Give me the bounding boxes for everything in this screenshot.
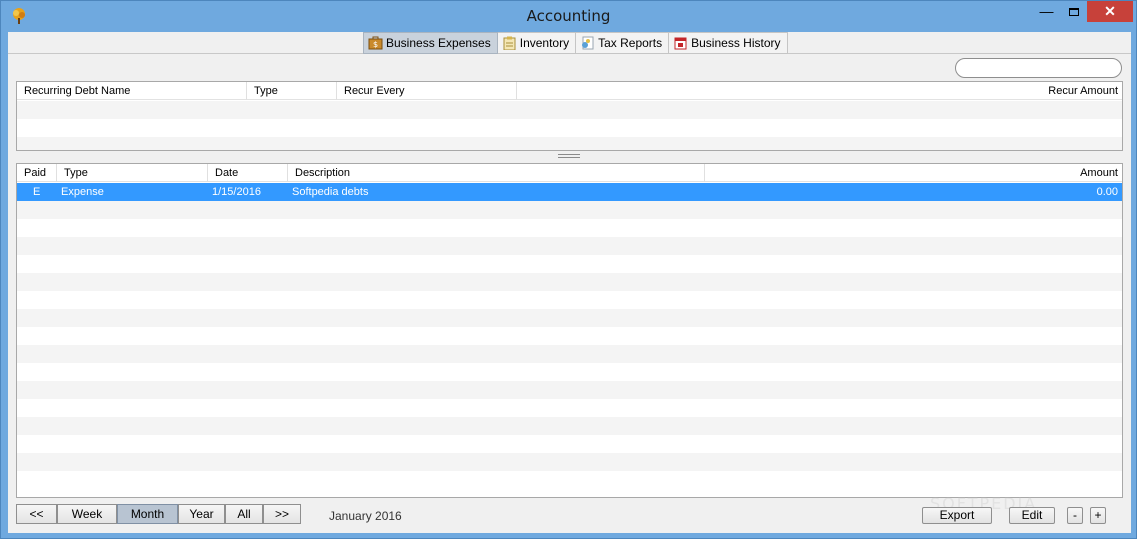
- cell-description: Softpedia debts: [292, 186, 369, 198]
- cell-date: 1/15/2016: [212, 186, 261, 198]
- column-header-recur-every[interactable]: Recur Every: [337, 82, 517, 100]
- tab-business-history[interactable]: Business History: [669, 32, 788, 54]
- empty-row: [17, 363, 1122, 381]
- empty-row: [17, 453, 1122, 471]
- svg-text:$: $: [373, 40, 378, 49]
- tab-tax-reports[interactable]: Tax Reports: [576, 32, 670, 54]
- empty-row: [17, 219, 1122, 237]
- cell-amount: 0.00: [1096, 186, 1118, 198]
- month-button[interactable]: Month: [117, 504, 178, 524]
- empty-row: [17, 471, 1122, 489]
- column-header-description[interactable]: Description: [288, 164, 705, 182]
- empty-row: [17, 291, 1122, 309]
- empty-row: [17, 435, 1122, 453]
- accounting-window: Accounting — ✕ $ Business Expenses Inven…: [0, 0, 1137, 539]
- recurring-debts-table: Recurring Debt Name Type Recur Every Rec…: [16, 81, 1123, 151]
- column-header-type[interactable]: Type: [57, 164, 208, 182]
- tab-label: Business History: [691, 36, 781, 50]
- empty-row: [17, 237, 1122, 255]
- cell-type: Expense: [61, 186, 104, 198]
- column-header-paid[interactable]: Paid: [17, 164, 57, 182]
- transactions-table: Paid Type Date Description Amount E Expe…: [16, 163, 1123, 498]
- close-icon: ✕: [1104, 3, 1116, 19]
- tab-label: Inventory: [519, 36, 570, 50]
- splitter-handle[interactable]: [558, 154, 580, 158]
- tab-label: Tax Reports: [598, 36, 663, 50]
- next-period-button[interactable]: >>: [263, 504, 301, 524]
- empty-row: [17, 309, 1122, 327]
- empty-row: [17, 273, 1122, 291]
- export-button[interactable]: Export: [922, 507, 992, 524]
- minimize-button[interactable]: —: [1033, 1, 1060, 22]
- maximize-button[interactable]: [1060, 1, 1087, 22]
- edit-button[interactable]: Edit: [1009, 507, 1055, 524]
- empty-row: [17, 345, 1122, 363]
- window-title: Accounting: [526, 7, 611, 25]
- tab-label: Business Expenses: [386, 36, 491, 50]
- current-period-label: January 2016: [329, 509, 402, 523]
- empty-row: [17, 101, 1122, 119]
- empty-row: [17, 255, 1122, 273]
- calendar-icon: [674, 37, 687, 50]
- tab-bar: $ Business Expenses Inventory Tax Report…: [8, 32, 1131, 54]
- remove-button[interactable]: -: [1067, 507, 1083, 524]
- week-button[interactable]: Week: [57, 504, 117, 524]
- clipboard-icon: [503, 36, 516, 50]
- cell-paid: E: [33, 186, 41, 198]
- search-input[interactable]: [955, 58, 1122, 78]
- column-header-amount[interactable]: Amount: [705, 164, 1122, 182]
- recurring-table-header: Recurring Debt Name Type Recur Every Rec…: [17, 82, 1122, 100]
- year-button[interactable]: Year: [178, 504, 225, 524]
- empty-row: [17, 201, 1122, 219]
- empty-row: [17, 119, 1122, 137]
- empty-row: [17, 327, 1122, 345]
- title-bar[interactable]: Accounting — ✕: [1, 1, 1136, 32]
- tax-report-icon: [582, 36, 594, 50]
- close-button[interactable]: ✕: [1087, 1, 1133, 22]
- column-header-recurring-debt-name[interactable]: Recurring Debt Name: [17, 82, 247, 100]
- column-header-type[interactable]: Type: [247, 82, 337, 100]
- all-button[interactable]: All: [225, 504, 263, 524]
- add-button[interactable]: +: [1090, 507, 1106, 524]
- tab-inventory[interactable]: Inventory: [497, 32, 577, 54]
- tab-business-expenses[interactable]: $ Business Expenses: [363, 32, 498, 54]
- minimize-icon: —: [1039, 3, 1054, 19]
- briefcase-icon: $: [368, 36, 383, 50]
- empty-row: [17, 381, 1122, 399]
- column-header-date[interactable]: Date: [208, 164, 288, 182]
- empty-row: [17, 137, 1122, 150]
- table-row[interactable]: E Expense 1/15/2016 Softpedia debts 0.00: [17, 183, 1122, 201]
- empty-row: [17, 399, 1122, 417]
- column-header-recur-amount[interactable]: Recur Amount: [517, 82, 1122, 100]
- empty-row: [17, 417, 1122, 435]
- client-area: $ Business Expenses Inventory Tax Report…: [8, 32, 1131, 533]
- previous-period-button[interactable]: <<: [16, 504, 57, 524]
- maximize-icon: [1068, 8, 1079, 16]
- transactions-table-header: Paid Type Date Description Amount: [17, 164, 1122, 182]
